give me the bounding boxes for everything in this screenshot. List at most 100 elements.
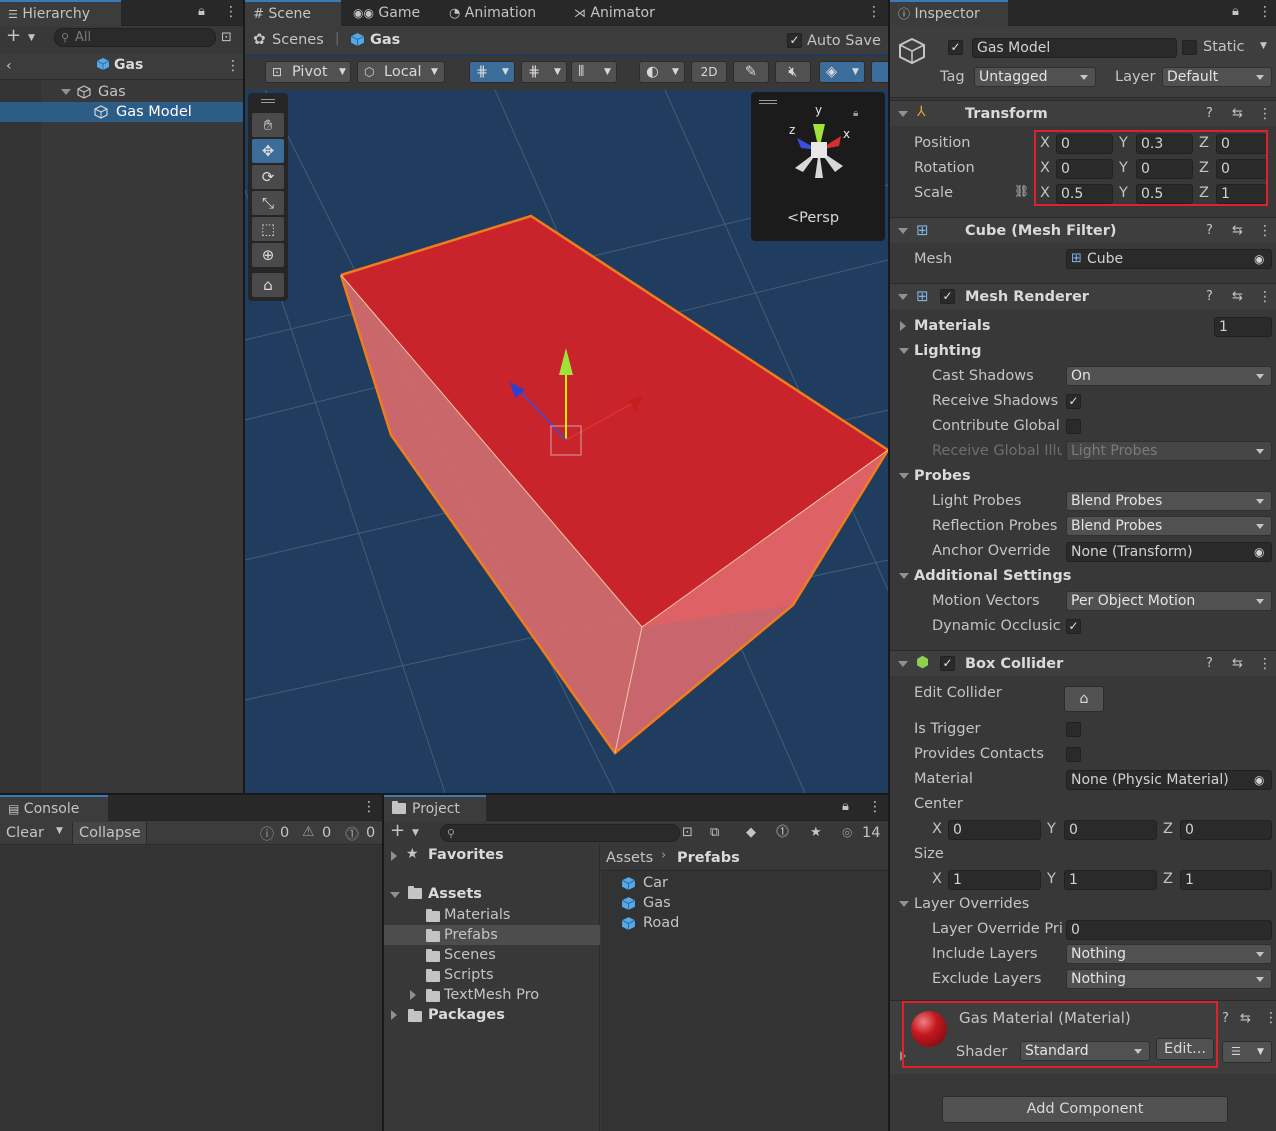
tab-scene[interactable]: # Scene [245, 0, 341, 26]
preset-sliders-icon[interactable]: ⇆ [1232, 106, 1243, 122]
object-name-field[interactable]: Gas Model [972, 38, 1177, 58]
fold-arrow-icon[interactable] [898, 111, 908, 117]
help-icon[interactable]: ? [1206, 656, 1213, 672]
lighting-toggle-button[interactable]: ✎ [733, 61, 769, 83]
add-dropdown-arrow-icon[interactable]: ▼ [28, 30, 35, 46]
tab-animator[interactable]: ⋊ Animator [566, 0, 663, 26]
tree-folder-item[interactable]: Scenes [384, 945, 600, 965]
lock-icon[interactable]: 🔒︎ [842, 799, 849, 815]
gizmo-drag-handle[interactable] [759, 100, 777, 104]
size-x-field[interactable]: 1 [948, 870, 1041, 890]
exclude-layers-dropdown[interactable]: Nothing [1066, 969, 1272, 989]
assets-fold-icon[interactable] [390, 892, 400, 898]
help-icon[interactable]: ? [1206, 223, 1213, 239]
layer-override-priority-field[interactable]: 0 [1066, 920, 1272, 940]
layer-overrides-label[interactable]: Layer Overrides [914, 894, 1029, 914]
hierarchy-search-input[interactable]: ⚲ All [54, 28, 216, 47]
materials-label[interactable]: Materials [914, 316, 991, 336]
audio-toggle-button[interactable]: 🔇︎ [775, 61, 811, 83]
static-dropdown-arrow-icon[interactable]: ▼ [1260, 41, 1267, 51]
motion-vectors-dropdown[interactable]: Per Object Motion [1066, 591, 1272, 611]
layer-overrides-fold-icon[interactable] [899, 901, 909, 907]
add-plus-icon[interactable]: + [6, 27, 21, 45]
help-icon[interactable]: ? [1222, 1011, 1229, 1027]
anchor-override-field[interactable]: None (Transform) ◉ [1066, 542, 1272, 562]
favorites-label[interactable]: Favorites [428, 845, 504, 865]
preset-sliders-icon[interactable]: ⇆ [1240, 1011, 1251, 1027]
expand-arrow-icon[interactable] [410, 990, 416, 1000]
hierarchy-menu-icon[interactable] [224, 5, 228, 19]
project-menu-icon[interactable] [868, 800, 872, 814]
tab-game[interactable]: ◉◉ Game [345, 0, 428, 26]
back-arrow-icon[interactable]: ‹ [6, 58, 12, 74]
mesh-renderer-header[interactable]: ⊞ ✓ Mesh Renderer ? ⇆ [890, 283, 1276, 309]
breadcrumb-gas[interactable]: Gas [370, 30, 400, 50]
rect-tool-button[interactable]: ⬚ [252, 217, 284, 241]
hierarchy-item[interactable]: Gas [41, 82, 243, 102]
light-probes-dropdown[interactable]: Blend Probes [1066, 491, 1272, 511]
grid-visibility-button[interactable]: ⋕ ▼ [521, 61, 567, 83]
breadcrumb-assets[interactable]: Assets [606, 848, 653, 868]
edit-collider-button[interactable]: ⌂ [1064, 686, 1104, 712]
overlay-drag-handle[interactable] [261, 99, 275, 103]
asset-item[interactable]: Car [621, 873, 821, 893]
increment-snap-button[interactable]: ⦀ ▼ [571, 61, 617, 83]
favorites-fold-icon[interactable] [391, 851, 397, 861]
tab-console[interactable]: ▤ Console [0, 795, 108, 821]
search-options-icon[interactable]: ⊡ [682, 825, 693, 841]
shading-mode-button[interactable]: ◐ ▼ [639, 61, 685, 83]
additional-settings-fold-icon[interactable] [899, 573, 909, 579]
materials-fold-icon[interactable] [900, 321, 906, 331]
clear-button[interactable]: Clear [6, 823, 44, 843]
expand-arrow-icon[interactable] [61, 89, 71, 95]
pivot-dropdown[interactable]: ⊡ Pivot ▼ [265, 61, 351, 83]
collapse-button[interactable]: Collapse [72, 822, 147, 844]
filter-errors-icon[interactable]: ⓵ [776, 825, 789, 841]
tree-folder-item[interactable]: Materials [384, 905, 600, 925]
contribute-gi-checkbox[interactable] [1066, 419, 1081, 434]
dynamic-occlusion-checkbox[interactable]: ✓ [1066, 619, 1081, 634]
tab-hierarchy[interactable]: ☰ Hierarchy [0, 0, 121, 26]
info-toggle-icon[interactable]: ⓘ [260, 824, 274, 844]
asset-item[interactable]: Road [621, 913, 821, 933]
transform-tool-button[interactable]: ⊕ [252, 243, 284, 267]
help-icon[interactable]: ? [1206, 106, 1213, 122]
projection-label[interactable]: <Persp [787, 208, 839, 228]
static-checkbox[interactable] [1182, 40, 1197, 55]
receive-shadows-checkbox[interactable]: ✓ [1066, 394, 1081, 409]
packages-label[interactable]: Packages [428, 1005, 505, 1025]
box-collider-header[interactable]: ⬢ ✓ Box Collider ? ⇆ [890, 650, 1276, 676]
object-picker-icon[interactable]: ◉ [1254, 250, 1264, 268]
center-x-field[interactable]: 0 [948, 820, 1041, 840]
tree-folder-item[interactable]: Scripts [384, 965, 600, 985]
tab-inspector[interactable]: ⓘ Inspector [890, 0, 1008, 26]
additional-settings-label[interactable]: Additional Settings [914, 566, 1071, 586]
inspector-menu-icon[interactable] [1258, 5, 1262, 19]
move-tool-button[interactable]: ✥ [252, 139, 284, 163]
breadcrumb-menu-icon[interactable] [226, 59, 230, 73]
packages-fold-icon[interactable] [391, 1010, 397, 1020]
preset-sliders-icon[interactable]: ⇆ [1232, 223, 1243, 239]
effects-button[interactable]: ◈ ▼ [819, 61, 865, 83]
transform-header[interactable]: ⅄ Transform ? ⇆ [890, 100, 1276, 126]
lock-icon[interactable]: 🔒︎ [1232, 4, 1239, 20]
auto-save-checkbox[interactable]: ✓ [787, 33, 802, 48]
probes-fold-icon[interactable] [899, 473, 909, 479]
clear-dropdown-arrow-icon[interactable]: ▼ [56, 826, 63, 836]
lighting-label[interactable]: Lighting [914, 341, 982, 361]
rotate-tool-button[interactable]: ⟳ [252, 165, 284, 189]
probes-label[interactable]: Probes [914, 466, 971, 486]
fold-arrow-icon[interactable] [898, 294, 908, 300]
error-toggle-icon[interactable]: ⓵ [345, 824, 359, 844]
is-trigger-checkbox[interactable] [1066, 722, 1081, 737]
lock-icon[interactable]: 🔒︎ [198, 4, 205, 20]
breadcrumb-scenes[interactable]: Scenes [272, 30, 324, 50]
component-menu-icon[interactable] [1258, 107, 1262, 121]
preset-sliders-icon[interactable]: ⇆ [1232, 656, 1243, 672]
component-menu-icon[interactable] [1258, 224, 1262, 238]
box-collider-enabled-checkbox[interactable]: ✓ [940, 656, 955, 671]
cast-shadows-dropdown[interactable]: On [1066, 366, 1272, 386]
warning-toggle-icon[interactable]: ⚠ [302, 824, 315, 840]
create-dropdown-arrow-icon[interactable]: ▼ [412, 825, 419, 841]
size-z-field[interactable]: 1 [1180, 870, 1272, 890]
